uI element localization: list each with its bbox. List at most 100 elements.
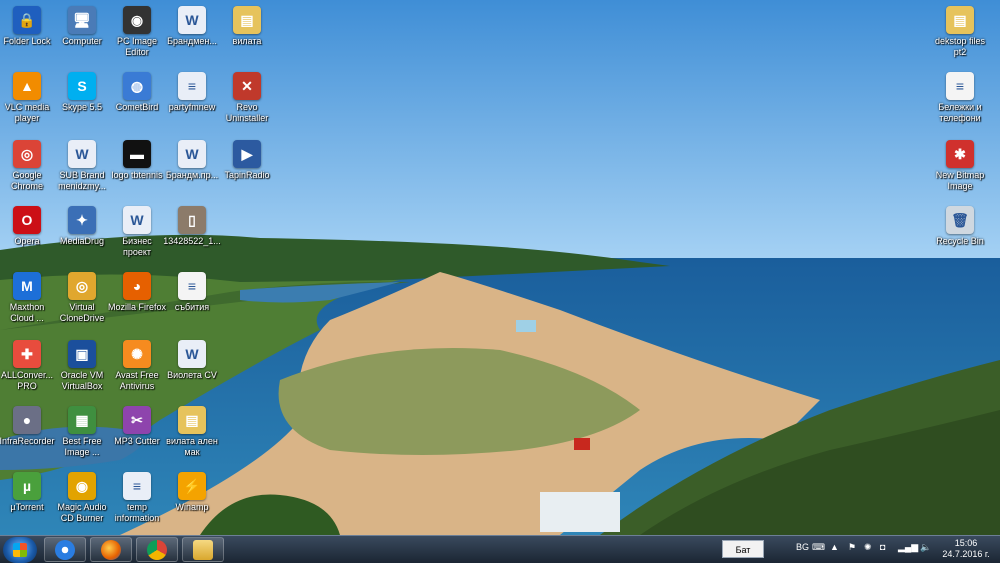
desktop-icon[interactable]: 🗑 Recycle Bin — [930, 206, 990, 247]
desktop-icon-label: вилата ален мак — [166, 436, 218, 457]
start-button[interactable] — [3, 537, 37, 563]
desktop-icon-label: partyfmnew — [168, 102, 216, 112]
desktop-icon-label: Winamp — [175, 502, 209, 512]
image-app-icon: ▦ — [68, 406, 96, 434]
desktop-icon-label: MediaDrug — [59, 236, 105, 246]
winamp-icon: ⚡ — [178, 472, 206, 500]
desktop-icon-label: Mozilla Firefox — [107, 302, 166, 312]
desktop-icon[interactable]: ▯ 13428522_1... — [162, 206, 222, 247]
desktop-icon[interactable]: M Maxthon Cloud ... — [0, 272, 57, 324]
desktop-icon[interactable]: ✺ Avast Free Antivirus — [107, 340, 167, 392]
keyboard-icon[interactable]: ⌨ — [812, 542, 825, 553]
keyboard-language-indicator[interactable]: Бат — [722, 540, 764, 558]
desktop-icon-label: CometBird — [115, 102, 159, 112]
image-file-icon: ▯ — [178, 206, 206, 234]
desktop-icon-label: ALLConver... PRO — [0, 370, 54, 391]
desktop-icon[interactable]: ◕ Mozilla Firefox — [107, 272, 167, 313]
desktop-icon[interactable]: ● InfraRecorder — [0, 406, 57, 447]
desktop-icon-label: Брандмен... — [167, 36, 217, 46]
system-clock[interactable]: 15:06 24.7.2016 г. — [938, 538, 994, 560]
desktop-icon[interactable]: ◎ Google Chrome — [0, 140, 57, 192]
desktop-icon[interactable]: ▤ вилата — [217, 6, 277, 47]
desktop-icon[interactable]: S Skype 5.5 — [52, 72, 112, 113]
taskbar-chrome-button[interactable] — [136, 537, 178, 562]
desktop-icon[interactable]: ◎ Virtual CloneDrive — [52, 272, 112, 324]
image-file-icon: ▬ — [123, 140, 151, 168]
volume-icon[interactable]: 🔈 — [920, 542, 931, 553]
avast-icon: ✺ — [123, 340, 151, 368]
desktop-icon-label: Computer — [62, 36, 102, 46]
desktop-icon[interactable]: ≡ Бележки и телефони — [930, 72, 990, 124]
desktop-icon-label: Recycle Bin — [936, 236, 984, 246]
desktop-icon[interactable]: W Виолета CV — [162, 340, 222, 381]
desktop-icon[interactable]: ✦ MediaDrug — [52, 206, 112, 247]
desktop-icon[interactable]: ◉ PC Image Editor — [107, 6, 167, 58]
show-hidden-icons-arrow[interactable]: ▲ — [830, 542, 839, 552]
mediadrug-icon: ✦ — [68, 206, 96, 234]
computer-icon: 🖥 — [68, 6, 96, 34]
desktop-icon[interactable]: ≡ partyfmnew — [162, 72, 222, 113]
desktop-icon[interactable]: ≡ temp information — [107, 472, 167, 524]
opera-icon: O — [13, 206, 41, 234]
desktop-icon[interactable]: ▶ TapinRadio — [217, 140, 277, 181]
desktop-icon-label: Skype 5.5 — [61, 102, 103, 112]
desktop-icon[interactable]: µ µTorrent — [0, 472, 57, 513]
skype-icon: S — [68, 72, 96, 100]
magic-audio-icon: ◉ — [68, 472, 96, 500]
desktop-icon-label: събития — [174, 302, 210, 312]
desktop-icon[interactable]: ▲ VLC media player — [0, 72, 57, 124]
desktop-icon[interactable]: W Брандмен... — [162, 6, 222, 47]
desktop-icon[interactable]: ✱ New Bitmap Image — [930, 140, 990, 192]
desktop-icon-label: вилата — [232, 36, 262, 46]
desktop-icon[interactable]: ⚡ Winamp — [162, 472, 222, 513]
desktop-icon-label: Magic Audio CD Burner — [57, 502, 107, 523]
windows-media-player-icon — [55, 539, 75, 560]
taskbar-explorer-button[interactable] — [182, 537, 224, 562]
desktop-icon[interactable]: ▦ Best Free Image ... — [52, 406, 112, 458]
network-signal-icon[interactable]: ▂▄▆ — [898, 542, 918, 553]
virtualbox-icon: ▣ — [68, 340, 96, 368]
avast-tray-icon[interactable]: ✺ — [864, 542, 872, 553]
language-code[interactable]: BG — [796, 542, 809, 552]
security-tray-icon[interactable]: ◘ — [880, 542, 885, 552]
desktop-icon[interactable]: 🔒 Folder Lock — [0, 6, 57, 47]
desktop-icon[interactable]: ✚ ALLConver... PRO — [0, 340, 57, 392]
desktop-icon-label: Opera — [14, 236, 40, 246]
desktop-icon-label: Google Chrome — [10, 170, 43, 191]
word-document-icon: W — [178, 140, 206, 168]
desktop-icon[interactable]: ✕ Revo Uninstaller — [217, 72, 277, 124]
desktop-icon-label: Maxthon Cloud ... — [9, 302, 45, 323]
taskbar-media-player-button[interactable] — [44, 537, 86, 562]
desktop-icon[interactable]: ▣ Oracle VM VirtualBox — [52, 340, 112, 392]
desktop-icon[interactable]: 🖥 Computer — [52, 6, 112, 47]
word-document-icon: W — [178, 6, 206, 34]
desktop-icon[interactable]: ✂ MP3 Cutter — [107, 406, 167, 447]
desktop-icon[interactable]: W Брандм.пр... — [162, 140, 222, 181]
desktop-icon[interactable]: W Бизнес проект — [107, 206, 167, 258]
desktop-icon[interactable]: ◍ CometBird — [107, 72, 167, 113]
tapinradio-icon: ▶ — [233, 140, 261, 168]
windows-logo-icon — [13, 543, 27, 557]
firefox-icon — [101, 539, 121, 560]
desktop-icon-label: µTorrent — [10, 502, 44, 512]
desktop-icon-label: Avast Free Antivirus — [115, 370, 159, 391]
desktop-icon-label: Брандм.пр... — [165, 170, 219, 180]
folder-lock-icon: 🔒 — [13, 6, 41, 34]
action-center-flag-icon[interactable]: ⚑ — [848, 542, 856, 553]
allconverter-icon: ✚ — [13, 340, 41, 368]
taskbar-firefox-button[interactable] — [90, 537, 132, 562]
maxthon-icon: M — [13, 272, 41, 300]
desktop-icon[interactable]: ▤ dekstop files pt2 — [930, 6, 990, 58]
desktop-icon-label: Бележки и телефони — [938, 102, 982, 123]
desktop-icon[interactable]: ▤ вилата ален мак — [162, 406, 222, 458]
desktop-icon[interactable]: W SUB Brand menidzmy... — [52, 140, 112, 192]
utorrent-icon: µ — [13, 472, 41, 500]
infrarecorder-icon: ● — [13, 406, 41, 434]
desktop-icon-label: VLC media player — [4, 102, 50, 123]
folder-icon: ▤ — [946, 6, 974, 34]
desktop-icon[interactable]: O Opera — [0, 206, 57, 247]
desktop-icon[interactable]: ▬ logo tbtennis — [107, 140, 167, 181]
desktop-icon[interactable]: ◉ Magic Audio CD Burner — [52, 472, 112, 524]
desktop-icon[interactable]: ≡ събития — [162, 272, 222, 313]
document-icon: ≡ — [123, 472, 151, 500]
